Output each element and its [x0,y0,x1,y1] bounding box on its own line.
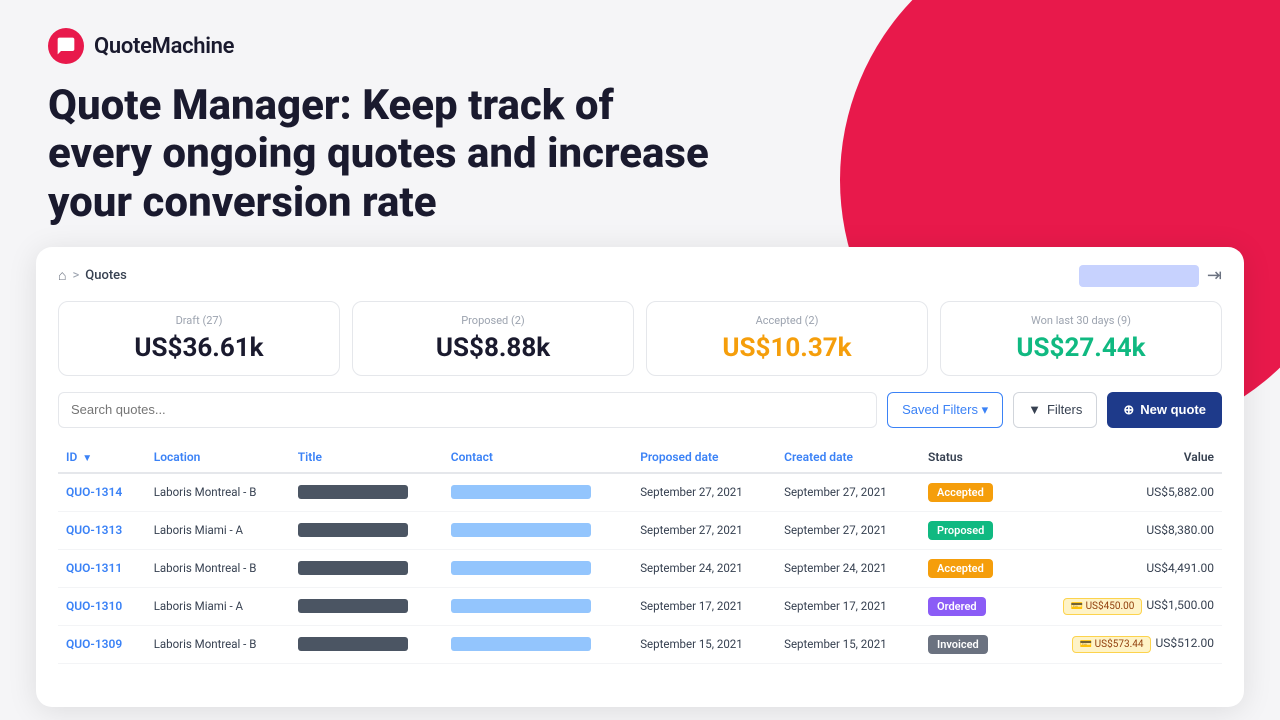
col-location[interactable]: Location [146,442,290,473]
header-section: QuoteMachine Quote Manager: Keep track o… [0,0,1280,247]
filters-button[interactable]: ▼ Filters [1013,392,1097,428]
title-bar [298,523,408,537]
col-proposed-date[interactable]: Proposed date [632,442,776,473]
toolbar: Saved Filters ▾ ▼ Filters ⊕ New quote [58,392,1222,428]
status-badge: Accepted [928,559,993,578]
contact-bar [451,485,591,499]
status-badge: Invoiced [928,635,988,654]
created-date: September 27, 2021 [784,523,887,537]
breadcrumb-row: ⌂ > Quotes ⇥ [58,265,1222,287]
location: Laboris Montreal - B [154,637,257,651]
quote-value: US$8,380.00 [1019,511,1222,549]
saved-filters-label: Saved Filters ▾ [902,402,988,418]
stat-won[interactable]: Won last 30 days (9) US$27.44k [940,301,1222,376]
breadcrumb: ⌂ > Quotes [58,267,127,284]
contact-bar [451,637,591,651]
stat-draft-value: US$36.61k [75,333,323,363]
filters-label: Filters [1047,402,1082,417]
table-row: QUO-1311 Laboris Montreal - B September … [58,549,1222,587]
plus-icon: ⊕ [1123,402,1134,418]
stat-proposed[interactable]: Proposed (2) US$8.88k [352,301,634,376]
home-icon[interactable]: ⌂ [58,267,66,284]
table-row: QUO-1310 Laboris Miami - A September 17,… [58,587,1222,625]
location: Laboris Montreal - B [154,485,257,499]
quote-id-link[interactable]: QUO-1309 [66,637,122,651]
created-date: September 17, 2021 [784,599,887,613]
invoice-badge: 💳 US$573.44 [1072,636,1152,653]
contact-bar [451,599,591,613]
stat-draft[interactable]: Draft (27) US$36.61k [58,301,340,376]
stat-won-value: US$27.44k [957,333,1205,363]
logo-text: QuoteMachine [94,34,234,59]
proposed-date: September 24, 2021 [640,561,743,575]
title-bar [298,599,408,613]
location: Laboris Montreal - B [154,561,257,575]
title-bar [298,637,408,651]
main-card: ⌂ > Quotes ⇥ Draft (27) US$36.61k Propos… [36,247,1244,707]
proposed-date: September 15, 2021 [640,637,743,651]
status-badge: Ordered [928,597,986,616]
stat-won-label: Won last 30 days (9) [957,314,1205,327]
logo-icon [48,28,84,64]
proposed-date: September 27, 2021 [640,523,743,537]
new-quote-label: New quote [1140,402,1206,417]
quote-value: US$4,491.00 [1019,549,1222,587]
saved-filters-button[interactable]: Saved Filters ▾ [887,392,1003,428]
status-badge: Accepted [928,483,993,502]
invoice-badge: 💳 US$450.00 [1063,598,1143,615]
proposed-date: September 27, 2021 [640,485,743,499]
quote-value: 💳 US$450.00US$1,500.00 [1019,587,1222,625]
quote-id-link[interactable]: QUO-1313 [66,523,122,537]
col-id[interactable]: ID ▼ [58,442,146,473]
stat-accepted-label: Accepted (2) [663,314,911,327]
created-date: September 24, 2021 [784,561,887,575]
quote-id-link[interactable]: QUO-1314 [66,485,122,499]
sort-icon: ▼ [82,453,92,464]
quotes-table: ID ▼ Location Title Contact Proposed dat… [58,442,1222,664]
table-header-row: ID ▼ Location Title Contact Proposed dat… [58,442,1222,473]
contact-bar [451,523,591,537]
col-status[interactable]: Status [920,442,1019,473]
stat-proposed-value: US$8.88k [369,333,617,363]
export-icon[interactable]: ⇥ [1207,265,1222,286]
stats-row: Draft (27) US$36.61k Proposed (2) US$8.8… [58,301,1222,376]
table-row: QUO-1313 Laboris Miami - A September 27,… [58,511,1222,549]
logo-row: QuoteMachine [48,28,1232,64]
col-created-date[interactable]: Created date [776,442,920,473]
table-row: QUO-1309 Laboris Montreal - B September … [58,625,1222,663]
quote-id-link[interactable]: QUO-1310 [66,599,122,613]
created-date: September 27, 2021 [784,485,887,499]
stat-proposed-label: Proposed (2) [369,314,617,327]
title-bar [298,485,408,499]
breadcrumb-separator: > [72,268,79,283]
location: Laboris Miami - A [154,523,243,537]
status-badge: Proposed [928,521,993,540]
quote-id-link[interactable]: QUO-1311 [66,561,122,575]
new-quote-button[interactable]: ⊕ New quote [1107,392,1222,428]
stat-accepted[interactable]: Accepted (2) US$10.37k [646,301,928,376]
breadcrumb-actions: ⇥ [1079,265,1222,287]
search-input[interactable] [58,392,877,428]
location: Laboris Miami - A [154,599,243,613]
col-contact[interactable]: Contact [443,442,632,473]
page-headline: Quote Manager: Keep track of every ongoi… [48,82,728,227]
quotes-table-container: ID ▼ Location Title Contact Proposed dat… [58,442,1222,664]
stat-draft-label: Draft (27) [75,314,323,327]
title-bar [298,561,408,575]
stat-accepted-value: US$10.37k [663,333,911,363]
col-title[interactable]: Title [290,442,443,473]
created-date: September 15, 2021 [784,637,887,651]
table-row: QUO-1314 Laboris Montreal - B September … [58,473,1222,512]
col-value[interactable]: Value [1019,442,1222,473]
breadcrumb-current: Quotes [85,268,127,283]
quote-value: US$5,882.00 [1019,473,1222,512]
proposed-date: September 17, 2021 [640,599,743,613]
filter-icon: ▼ [1028,402,1041,417]
quote-value: 💳 US$573.44US$512.00 [1019,625,1222,663]
contact-bar [451,561,591,575]
breadcrumb-action-bar [1079,265,1199,287]
